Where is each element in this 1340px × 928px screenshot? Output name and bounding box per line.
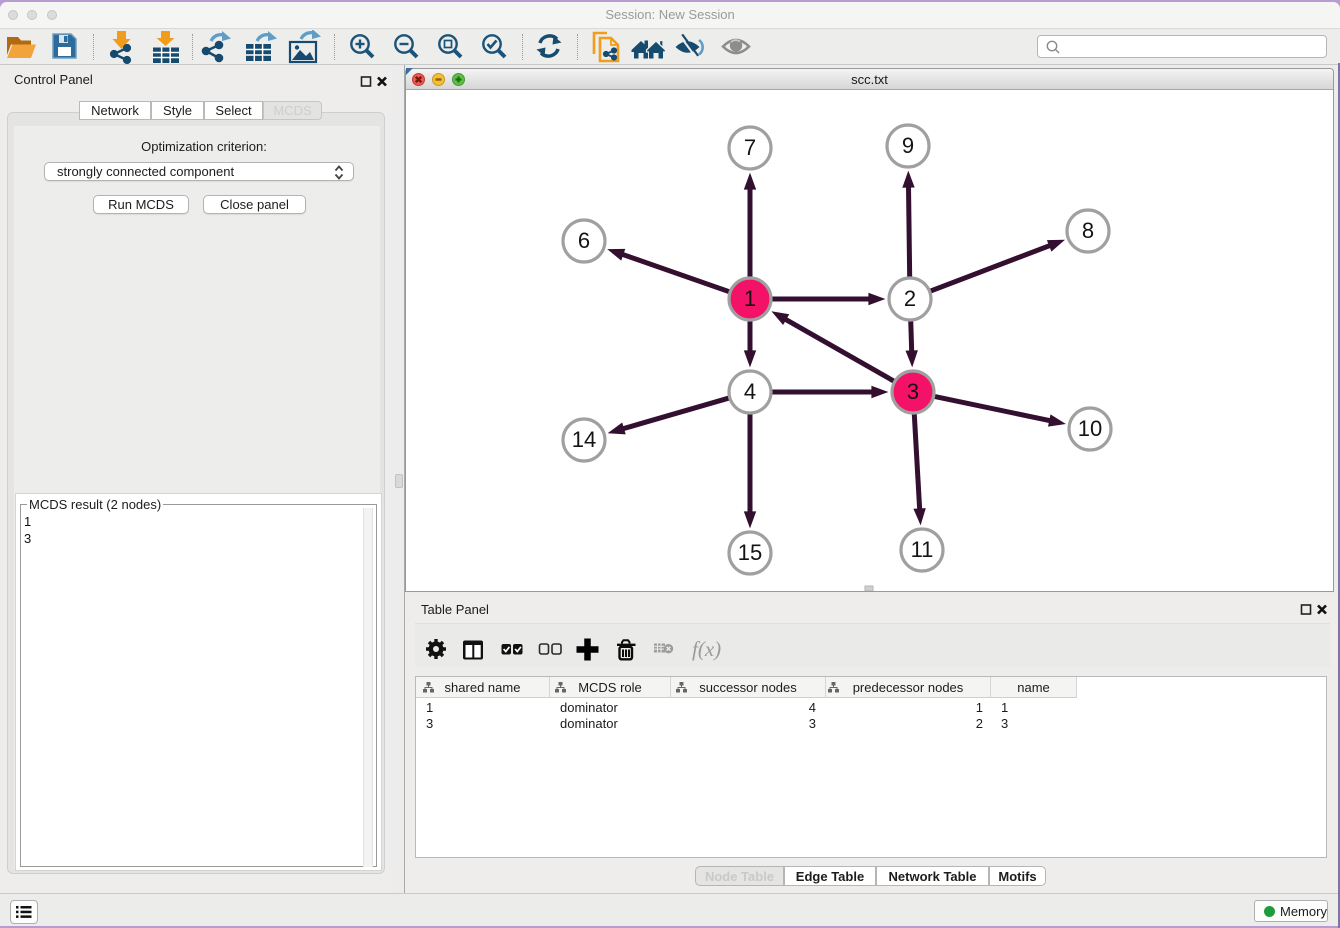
- svg-text:14: 14: [572, 427, 596, 452]
- svg-text:11: 11: [911, 537, 934, 562]
- svg-text:4: 4: [744, 379, 756, 404]
- svg-text:7: 7: [744, 135, 756, 160]
- svg-text:2: 2: [904, 286, 916, 311]
- svg-text:6: 6: [578, 228, 590, 253]
- svg-text:3: 3: [907, 379, 919, 404]
- svg-text:10: 10: [1078, 416, 1102, 441]
- svg-text:1: 1: [744, 286, 756, 311]
- svg-text:f(x): f(x): [692, 637, 721, 661]
- svg-text:15: 15: [738, 540, 762, 565]
- svg-text:8: 8: [1082, 218, 1094, 243]
- svg-text:9: 9: [902, 133, 914, 158]
